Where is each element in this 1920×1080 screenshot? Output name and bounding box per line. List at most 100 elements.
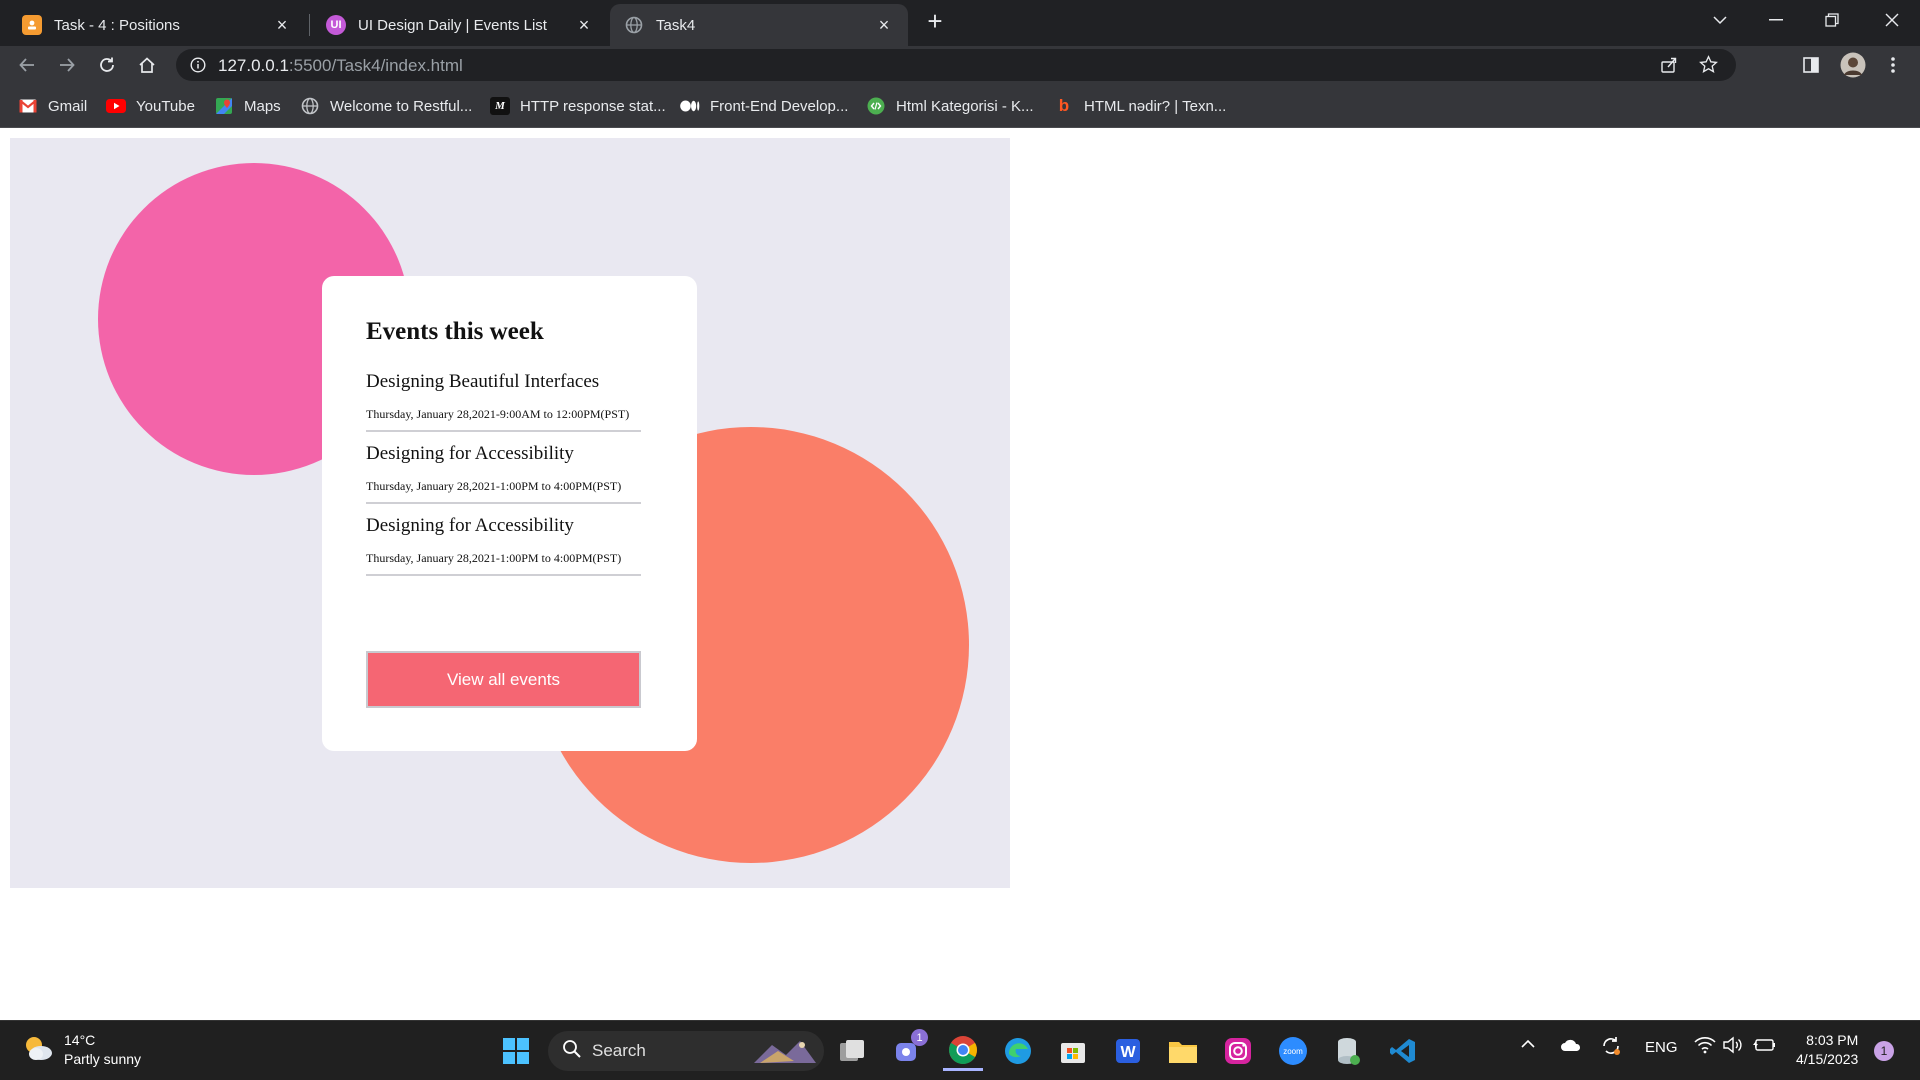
event-item: Designing Beautiful Interfaces Thursday,… [366, 371, 641, 432]
reload-icon[interactable] [92, 50, 122, 80]
bookmark-html-nedir[interactable]: b HTML nədir? | Texn... [1054, 94, 1227, 118]
gmail-icon [18, 97, 38, 115]
restore-icon[interactable] [1804, 0, 1860, 40]
back-icon[interactable] [12, 50, 42, 80]
notification-badge[interactable]: 1 [1874, 1041, 1894, 1061]
bookmark-label: YouTube [136, 97, 195, 115]
address-bar[interactable]: 127.0.0.1:5500/Task4/index.html [176, 49, 1736, 81]
minimize-icon[interactable] [1748, 0, 1804, 40]
bookmark-label: Maps [244, 97, 281, 115]
texnoera-icon: b [1058, 96, 1070, 115]
svg-text:zoom: zoom [1283, 1047, 1303, 1056]
code-icon [866, 97, 886, 115]
globe-icon [624, 15, 644, 35]
maps-icon [214, 97, 234, 115]
microsoft-store-icon[interactable] [1053, 1031, 1093, 1071]
taskbar-search-box[interactable]: Search [548, 1031, 824, 1071]
card-title: Events this week [366, 318, 544, 345]
onedrive-cloud-icon[interactable] [1560, 1038, 1582, 1056]
partly-sunny-icon [22, 1033, 54, 1068]
bookmark-label: Welcome to Restful... [330, 97, 473, 115]
tab-title: Task4 [656, 16, 696, 34]
teams-chat-icon[interactable]: 1 [888, 1029, 928, 1071]
weather-temperature: 14°C [64, 1032, 96, 1048]
battery-icon[interactable] [1752, 1037, 1776, 1057]
weather-description: Partly sunny [64, 1051, 142, 1067]
bookmark-maps[interactable]: Maps [214, 94, 281, 118]
event-item: Designing for Accessibility Thursday, Ja… [366, 515, 641, 576]
task-view-icon[interactable] [832, 1031, 872, 1071]
youtube-icon [106, 97, 126, 115]
database-app-icon[interactable] [1328, 1031, 1368, 1071]
svg-text:W: W [1120, 1044, 1136, 1061]
bookmark-star-icon[interactable] [1699, 55, 1718, 79]
tab-ui-design-daily[interactable]: UI UI Design Daily | Events List × [312, 4, 608, 46]
search-highlight-icon [752, 1035, 818, 1072]
home-icon[interactable] [132, 50, 162, 80]
event-date: Thursday, January 28,2021-1:00PM to 4:00… [366, 479, 622, 493]
windows-taskbar: 14°C Partly sunny Search 1 W zoom ENG 8:… [0, 1020, 1920, 1080]
sync-icon[interactable] [1600, 1035, 1622, 1061]
new-tab-button[interactable]: + [922, 8, 948, 34]
word-w-icon[interactable]: W [1108, 1031, 1148, 1071]
mdn-icon: M [490, 97, 510, 115]
tab-task-positions[interactable]: Task - 4 : Positions × [8, 4, 306, 46]
bookmark-label: HTTP response stat... [520, 97, 666, 115]
wifi-icon[interactable] [1694, 1036, 1716, 1058]
language-indicator[interactable]: ENG [1645, 1039, 1678, 1056]
browser-toolbar: 127.0.0.1:5500/Task4/index.html [0, 46, 1920, 84]
event-name: Designing for Accessibility [366, 515, 574, 536]
search-label: Search [592, 1041, 646, 1060]
bookmark-front-end[interactable]: Front-End Develop... [680, 94, 848, 118]
bookmark-label: Gmail [48, 97, 88, 115]
bookmark-label: HTML nədir? | Texn... [1084, 97, 1227, 115]
vscode-icon[interactable] [1383, 1031, 1423, 1071]
show-hidden-icons-chevron[interactable] [1520, 1037, 1536, 1054]
side-panel-icon[interactable] [1796, 50, 1826, 80]
edge-icon[interactable] [998, 1031, 1038, 1071]
url-text: 127.0.0.1:5500/Task4/index.html [218, 56, 463, 76]
clock-time: 8:03 PM [1806, 1032, 1859, 1048]
event-date: Thursday, January 28,2021-9:00AM to 12:0… [366, 407, 630, 421]
bookmark-gmail[interactable]: Gmail [18, 94, 87, 118]
tab-search-chevron-icon[interactable] [1692, 0, 1748, 40]
clock-date: 4/15/2023 [1796, 1051, 1859, 1067]
forward-icon[interactable] [52, 50, 82, 80]
bookmark-youtube[interactable]: YouTube [106, 94, 195, 118]
close-tab-icon[interactable]: × [272, 15, 292, 35]
events-stage: Events this week Designing Beautiful Int… [10, 138, 1010, 888]
bookmark-http-response[interactable]: M HTTP response stat... [490, 94, 666, 118]
medium-icon [680, 97, 700, 115]
bookmarks-bar: Gmail YouTube Maps Welcome to Restful...… [0, 84, 1920, 128]
zoom-icon[interactable]: zoom [1273, 1031, 1313, 1071]
close-tab-icon[interactable]: × [574, 15, 594, 35]
system-clock[interactable]: 8:03 PM 4/15/2023 [1796, 1031, 1858, 1069]
bookmark-label: Html Kategorisi - K... [896, 97, 1034, 115]
tab-task4[interactable]: Task4 × [610, 4, 908, 46]
teams-badge: 1 [911, 1029, 928, 1046]
close-tab-icon[interactable]: × [874, 15, 894, 35]
volume-icon[interactable] [1722, 1036, 1744, 1058]
page-viewport: Events this week Designing Beautiful Int… [0, 128, 1920, 1020]
event-name: Designing for Accessibility [366, 443, 574, 464]
file-explorer-icon[interactable] [1163, 1031, 1203, 1071]
event-date: Thursday, January 28,2021-1:00PM to 4:00… [366, 551, 622, 565]
bookmark-label: Front-End Develop... [710, 97, 849, 115]
profile-avatar[interactable] [1838, 50, 1868, 80]
instagram-icon[interactable] [1218, 1031, 1258, 1071]
menu-kebab-icon[interactable] [1878, 50, 1908, 80]
share-icon[interactable] [1660, 56, 1678, 79]
weather-widget[interactable]: 14°C Partly sunny [22, 1031, 141, 1069]
bookmark-restful[interactable]: Welcome to Restful... [300, 94, 472, 118]
tab-divider [309, 14, 310, 36]
tab-strip: Task - 4 : Positions × UI UI Design Dail… [0, 0, 1920, 46]
chrome-icon[interactable] [943, 1031, 983, 1071]
start-windows-icon[interactable] [496, 1031, 536, 1071]
event-name: Designing Beautiful Interfaces [366, 371, 600, 392]
bookmark-html-kategorisi[interactable]: Html Kategorisi - K... [866, 94, 1034, 118]
ui-icon: UI [326, 15, 346, 35]
close-window-icon[interactable] [1864, 0, 1920, 40]
view-all-events-button[interactable]: View all events [366, 651, 641, 708]
tab-title: UI Design Daily | Events List [358, 16, 547, 34]
site-info-icon[interactable] [190, 57, 206, 78]
